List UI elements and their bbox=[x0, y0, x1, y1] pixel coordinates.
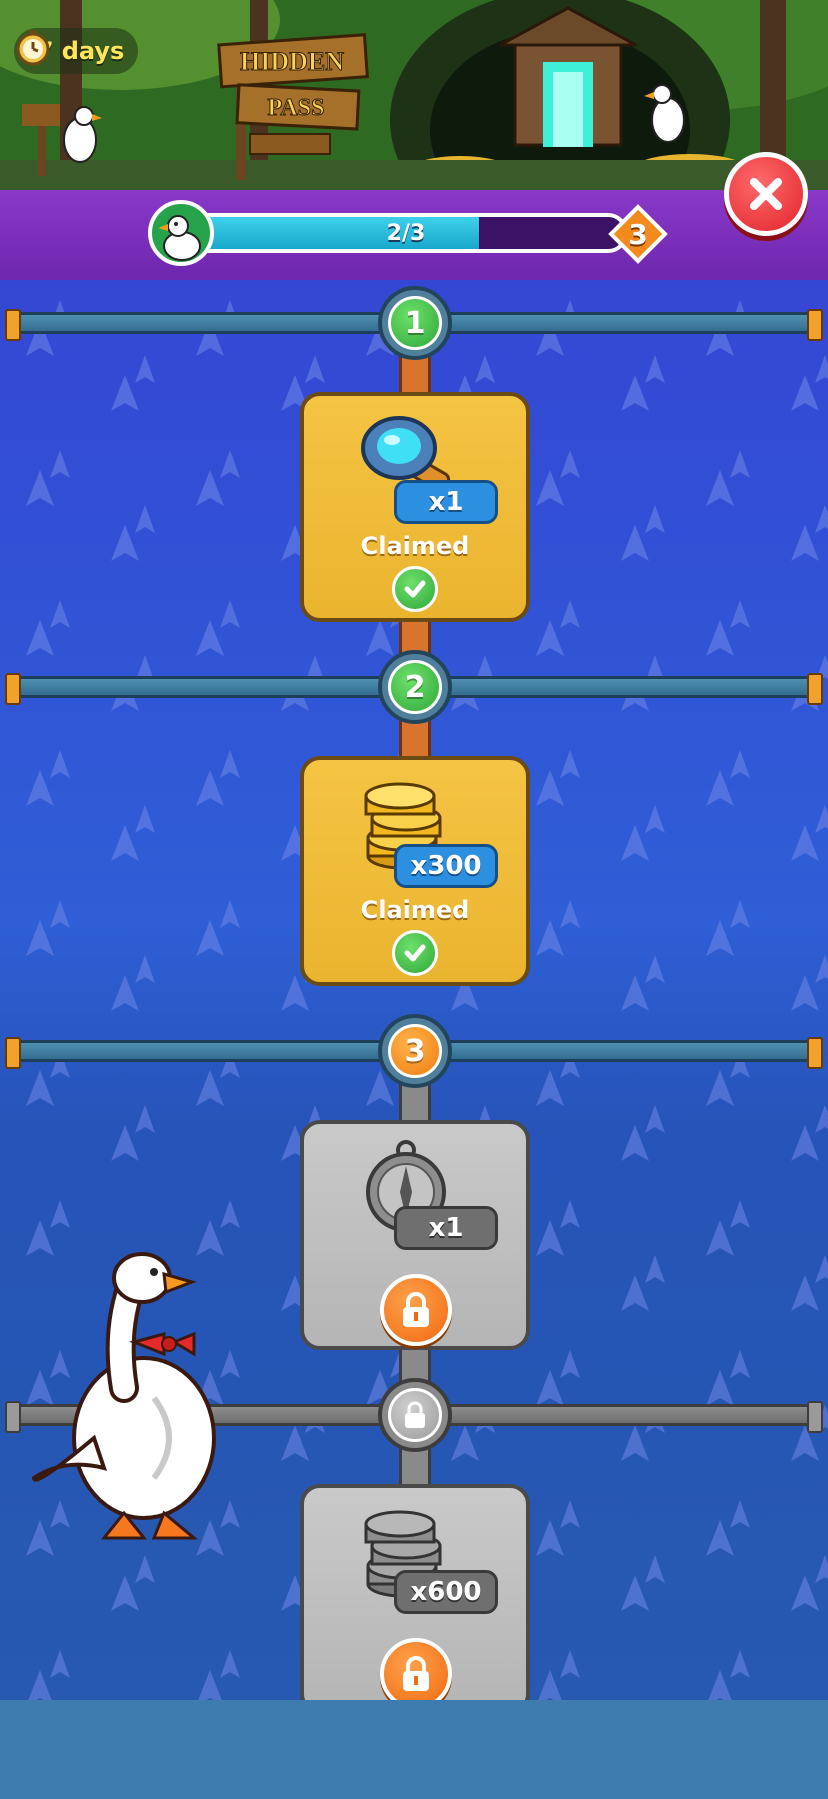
progress-bar: 2/3 bbox=[184, 213, 628, 253]
bottom-bar bbox=[0, 1700, 828, 1799]
close-icon bbox=[750, 178, 782, 210]
check-icon bbox=[392, 930, 438, 976]
level-number: 3 bbox=[628, 217, 648, 251]
goose-head-icon bbox=[158, 215, 201, 261]
goose-avatar bbox=[148, 200, 214, 266]
reward-quantity: x600 bbox=[394, 1570, 498, 1614]
rail-cap bbox=[807, 673, 823, 705]
sign-line-hidden: HIDDEN bbox=[240, 47, 344, 76]
rail-cap bbox=[807, 1401, 823, 1433]
rail-cap bbox=[807, 309, 823, 341]
event-timer: 17 days bbox=[14, 28, 139, 74]
hero-banner: HIDDEN PASS 17 days bbox=[0, 0, 828, 190]
rail-cap bbox=[5, 673, 21, 705]
tier-node-3: 3 bbox=[378, 1014, 452, 1088]
rail-cap bbox=[5, 309, 21, 341]
sign-line-pass: PASS bbox=[268, 95, 325, 121]
rail-cap bbox=[5, 1401, 21, 1433]
reward-quantity: x1 bbox=[394, 1206, 498, 1250]
level-badge: 3 bbox=[608, 204, 668, 264]
rail-cap bbox=[807, 1037, 823, 1069]
jungle-scene: HIDDEN PASS bbox=[0, 0, 828, 190]
tier-lock bbox=[388, 1388, 442, 1442]
reward-quantity: x1 bbox=[394, 480, 498, 524]
claimed-label: Claimed bbox=[360, 532, 470, 560]
reward-card-4[interactable]: x600 bbox=[300, 1484, 530, 1700]
rail-cap bbox=[5, 1037, 21, 1069]
reward-card-3[interactable]: x1 bbox=[300, 1120, 530, 1350]
claimed-label: Claimed bbox=[360, 896, 470, 924]
goose-mascot bbox=[31, 1252, 216, 1540]
padlock-icon bbox=[403, 1656, 429, 1691]
reward-quantity: x300 bbox=[394, 844, 498, 888]
padlock-icon bbox=[405, 1401, 425, 1428]
tier-node-1: 1 bbox=[378, 286, 452, 360]
reward-card-2[interactable]: x300 Claimed bbox=[300, 756, 530, 986]
padlock-icon bbox=[403, 1292, 429, 1327]
pass-progress: 2/3 3 bbox=[148, 200, 668, 266]
tier-number: 3 bbox=[388, 1024, 442, 1078]
check-icon bbox=[392, 566, 438, 612]
reward-card-1[interactable]: x1 Claimed bbox=[300, 392, 530, 622]
lock-button[interactable] bbox=[380, 1274, 452, 1346]
tier-number: 1 bbox=[388, 296, 442, 350]
tier-number: 2 bbox=[388, 660, 442, 714]
stopwatch-icon bbox=[16, 30, 50, 66]
tier-node-2: 2 bbox=[378, 650, 452, 724]
lock-button[interactable] bbox=[380, 1638, 452, 1700]
close-button[interactable] bbox=[724, 152, 808, 236]
tier-node-4 bbox=[378, 1378, 452, 1452]
progress-text: 2/3 bbox=[386, 220, 426, 246]
